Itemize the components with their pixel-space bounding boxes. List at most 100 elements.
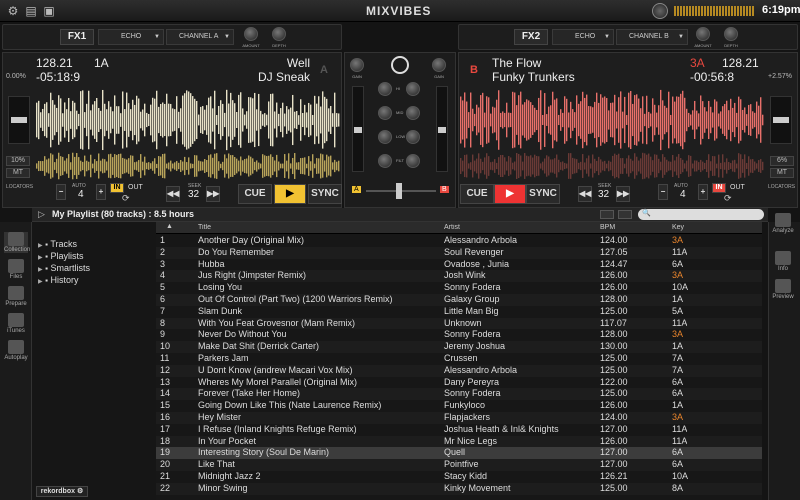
fx1-amount-knob[interactable] (244, 27, 258, 41)
sidebar-item-itunes[interactable]: iTunes (4, 313, 28, 334)
sort-icon[interactable]: ▲ (166, 223, 173, 230)
mixer-b-gain-knob[interactable] (432, 58, 446, 72)
crossfader-a-label[interactable]: A (352, 186, 361, 193)
film-icon[interactable]: ▣ (42, 4, 56, 18)
tree-item-history[interactable]: ▶ ▪ History (38, 275, 79, 285)
fx1-channel-select[interactable]: CHANNEL A ▼ (166, 29, 234, 45)
seek-forward-icon[interactable]: ▶▶ (206, 186, 220, 202)
mixer-b-low-knob[interactable] (406, 130, 420, 144)
expand-icon[interactable]: ▶ (38, 243, 43, 249)
seek-back-icon[interactable]: ◀◀ (166, 186, 180, 202)
table-row[interactable]: 19 Interesting Story (Soul De Marin) Que… (156, 447, 762, 460)
right-analyze[interactable]: Analyze (771, 213, 795, 234)
mixer-a-mid-knob[interactable] (378, 106, 392, 120)
tree-item-tracks[interactable]: ▶ ▪ Tracks (38, 239, 77, 249)
table-row[interactable]: 15 Going Down Like This (Nate Laurence R… (156, 400, 762, 412)
mixer-a-low-knob[interactable] (378, 130, 392, 144)
grid-view-icon[interactable] (600, 210, 614, 219)
deck-a-auto-minus[interactable]: − (56, 184, 66, 200)
deck-a-sync-button[interactable]: SYNC (308, 184, 342, 204)
fx1-depth-knob[interactable] (272, 27, 286, 41)
mixer-b-hi-knob[interactable] (406, 82, 420, 96)
loop-icon[interactable]: ⟳ (122, 193, 130, 204)
deck-b-sync-button[interactable]: SYNC (526, 184, 560, 204)
crossfader-handle[interactable] (396, 183, 402, 199)
mixer-b-mid-knob[interactable] (406, 106, 420, 120)
tree-item-smartlists[interactable]: ▶ ▪ Smartlists (38, 263, 90, 273)
deck-b-pitch-fader[interactable] (770, 96, 792, 144)
headphone-cue-knob[interactable] (391, 56, 409, 74)
deck-a-loop-out[interactable]: OUT (128, 184, 143, 191)
fx2-effect-select[interactable]: ECHO ▼ (552, 29, 614, 45)
table-row[interactable]: 5 Losing You Sonny Fodera 126.00 10A (156, 282, 762, 294)
table-row[interactable]: 11 Parkers Jam Crussen 125.00 7A (156, 353, 762, 365)
table-row[interactable]: 21 Midnight Jazz 2 Stacy Kidd 126.21 10A (156, 471, 762, 483)
search-input[interactable]: 🔍 (638, 209, 764, 220)
table-row[interactable]: 7 Slam Dunk Little Man Big 125.00 5A (156, 306, 762, 318)
deck-b-cue-button[interactable]: CUE (460, 184, 494, 204)
column-key[interactable]: Key (672, 224, 684, 231)
expand-icon[interactable]: ▶ (38, 279, 43, 285)
table-row[interactable]: 17 I Refuse (Inland Knights Refuge Remix… (156, 424, 762, 436)
deck-a-pitch-fader[interactable] (8, 96, 30, 144)
deck-a-locators[interactable]: LOCATORS (6, 184, 33, 190)
deck-a-cue-button[interactable]: CUE (238, 184, 272, 204)
sidebar-item-prepare[interactable]: Prepare (4, 286, 28, 307)
table-row[interactable]: 18 In Your Pocket Mr Nice Legs 126.00 11… (156, 435, 762, 448)
column-title[interactable]: Title (198, 224, 211, 231)
table-row[interactable]: 8 With You Feat Grovesnor (Mam Remix) Un… (156, 317, 762, 330)
expand-icon[interactable]: ▶ (38, 255, 43, 261)
loop-icon[interactable]: ⟳ (724, 193, 732, 204)
column-bpm[interactable]: BPM (600, 224, 615, 231)
fx1-effect-select[interactable]: ECHO ▼ (98, 29, 164, 45)
table-row[interactable]: 3 Hubba Ovadose , Junia 124.47 6A (156, 259, 762, 271)
channel-b-fader[interactable] (436, 86, 448, 172)
fx2-channel-select[interactable]: CHANNEL B ▼ (616, 29, 688, 45)
table-row[interactable]: 1 Another Day (Original Mix) Alessandro … (156, 235, 762, 247)
sidebar-item-autoplay[interactable]: Autoplay (4, 340, 28, 361)
mixer-a-filter-knob[interactable] (378, 154, 392, 168)
mixer-b-filter-knob[interactable] (406, 154, 420, 168)
deck-b-overview[interactable] (460, 152, 764, 180)
tree-item-playlists[interactable]: ▶ ▪ Playlists (38, 251, 84, 261)
table-row[interactable]: 22 Minor Swing Kinky Movement 125.00 8A (156, 482, 762, 495)
deck-b-loop-in[interactable]: IN (712, 183, 726, 193)
crossfader-b-label[interactable]: B (440, 186, 449, 193)
deck-b-mode[interactable]: MT (770, 168, 794, 178)
deck-b-range[interactable]: 6% (770, 156, 794, 166)
expand-icon[interactable]: ▶ (38, 267, 43, 273)
table-row[interactable]: 9 Never Do Without You Sonny Fodera 128.… (156, 329, 762, 341)
fx2-depth-knob[interactable] (724, 27, 738, 41)
fader-handle[interactable] (773, 117, 789, 123)
sidebar-item-files[interactable]: Files (4, 259, 28, 280)
deck-a-loop-in[interactable]: IN (110, 183, 124, 193)
channel-a-fader[interactable] (352, 86, 364, 172)
table-row[interactable]: 10 Make Dat Shit (Derrick Carter) Jeremy… (156, 341, 762, 353)
fader-handle[interactable] (438, 127, 446, 133)
fx1-label[interactable]: FX1 (60, 29, 94, 45)
seek-forward-icon[interactable]: ▶▶ (616, 186, 630, 202)
table-row[interactable]: 13 Wheres My Morel Parallel (Original Mi… (156, 377, 762, 389)
deck-b-auto-plus[interactable]: + (698, 184, 708, 200)
fader-handle[interactable] (354, 127, 362, 133)
deck-b-waveform[interactable] (460, 88, 764, 152)
rekordbox-button[interactable]: rekordbox ⚙ (36, 486, 88, 497)
table-row[interactable]: 16 Hey Mister Flapjackers 124.00 3A (156, 412, 762, 424)
deck-a-play-button[interactable]: ▶ (274, 184, 306, 204)
deck-a-overview[interactable] (36, 152, 340, 180)
table-row[interactable]: 14 Forever (Take Her Home) Sonny Fodera … (156, 388, 762, 401)
deck-b-auto-minus[interactable]: − (658, 184, 668, 200)
table-row[interactable]: 20 Like That Pointfive 127.00 6A (156, 459, 762, 471)
column-artist[interactable]: Artist (444, 224, 460, 231)
master-volume-knob[interactable] (652, 3, 668, 19)
deck-b-locators[interactable]: LOCATORS (768, 184, 795, 190)
sidebar-item-collection[interactable]: Collection (4, 232, 30, 253)
fx2-amount-knob[interactable] (696, 27, 710, 41)
deck-a-auto-plus[interactable]: + (96, 184, 106, 200)
right-info[interactable]: Info (771, 251, 795, 272)
mixer-a-hi-knob[interactable] (378, 82, 392, 96)
deck-a-range[interactable]: 10% (6, 156, 30, 166)
right-preview[interactable]: Preview (771, 279, 795, 300)
play-playlist-icon[interactable]: ▷ (38, 209, 45, 220)
list-view-icon[interactable] (618, 210, 632, 219)
